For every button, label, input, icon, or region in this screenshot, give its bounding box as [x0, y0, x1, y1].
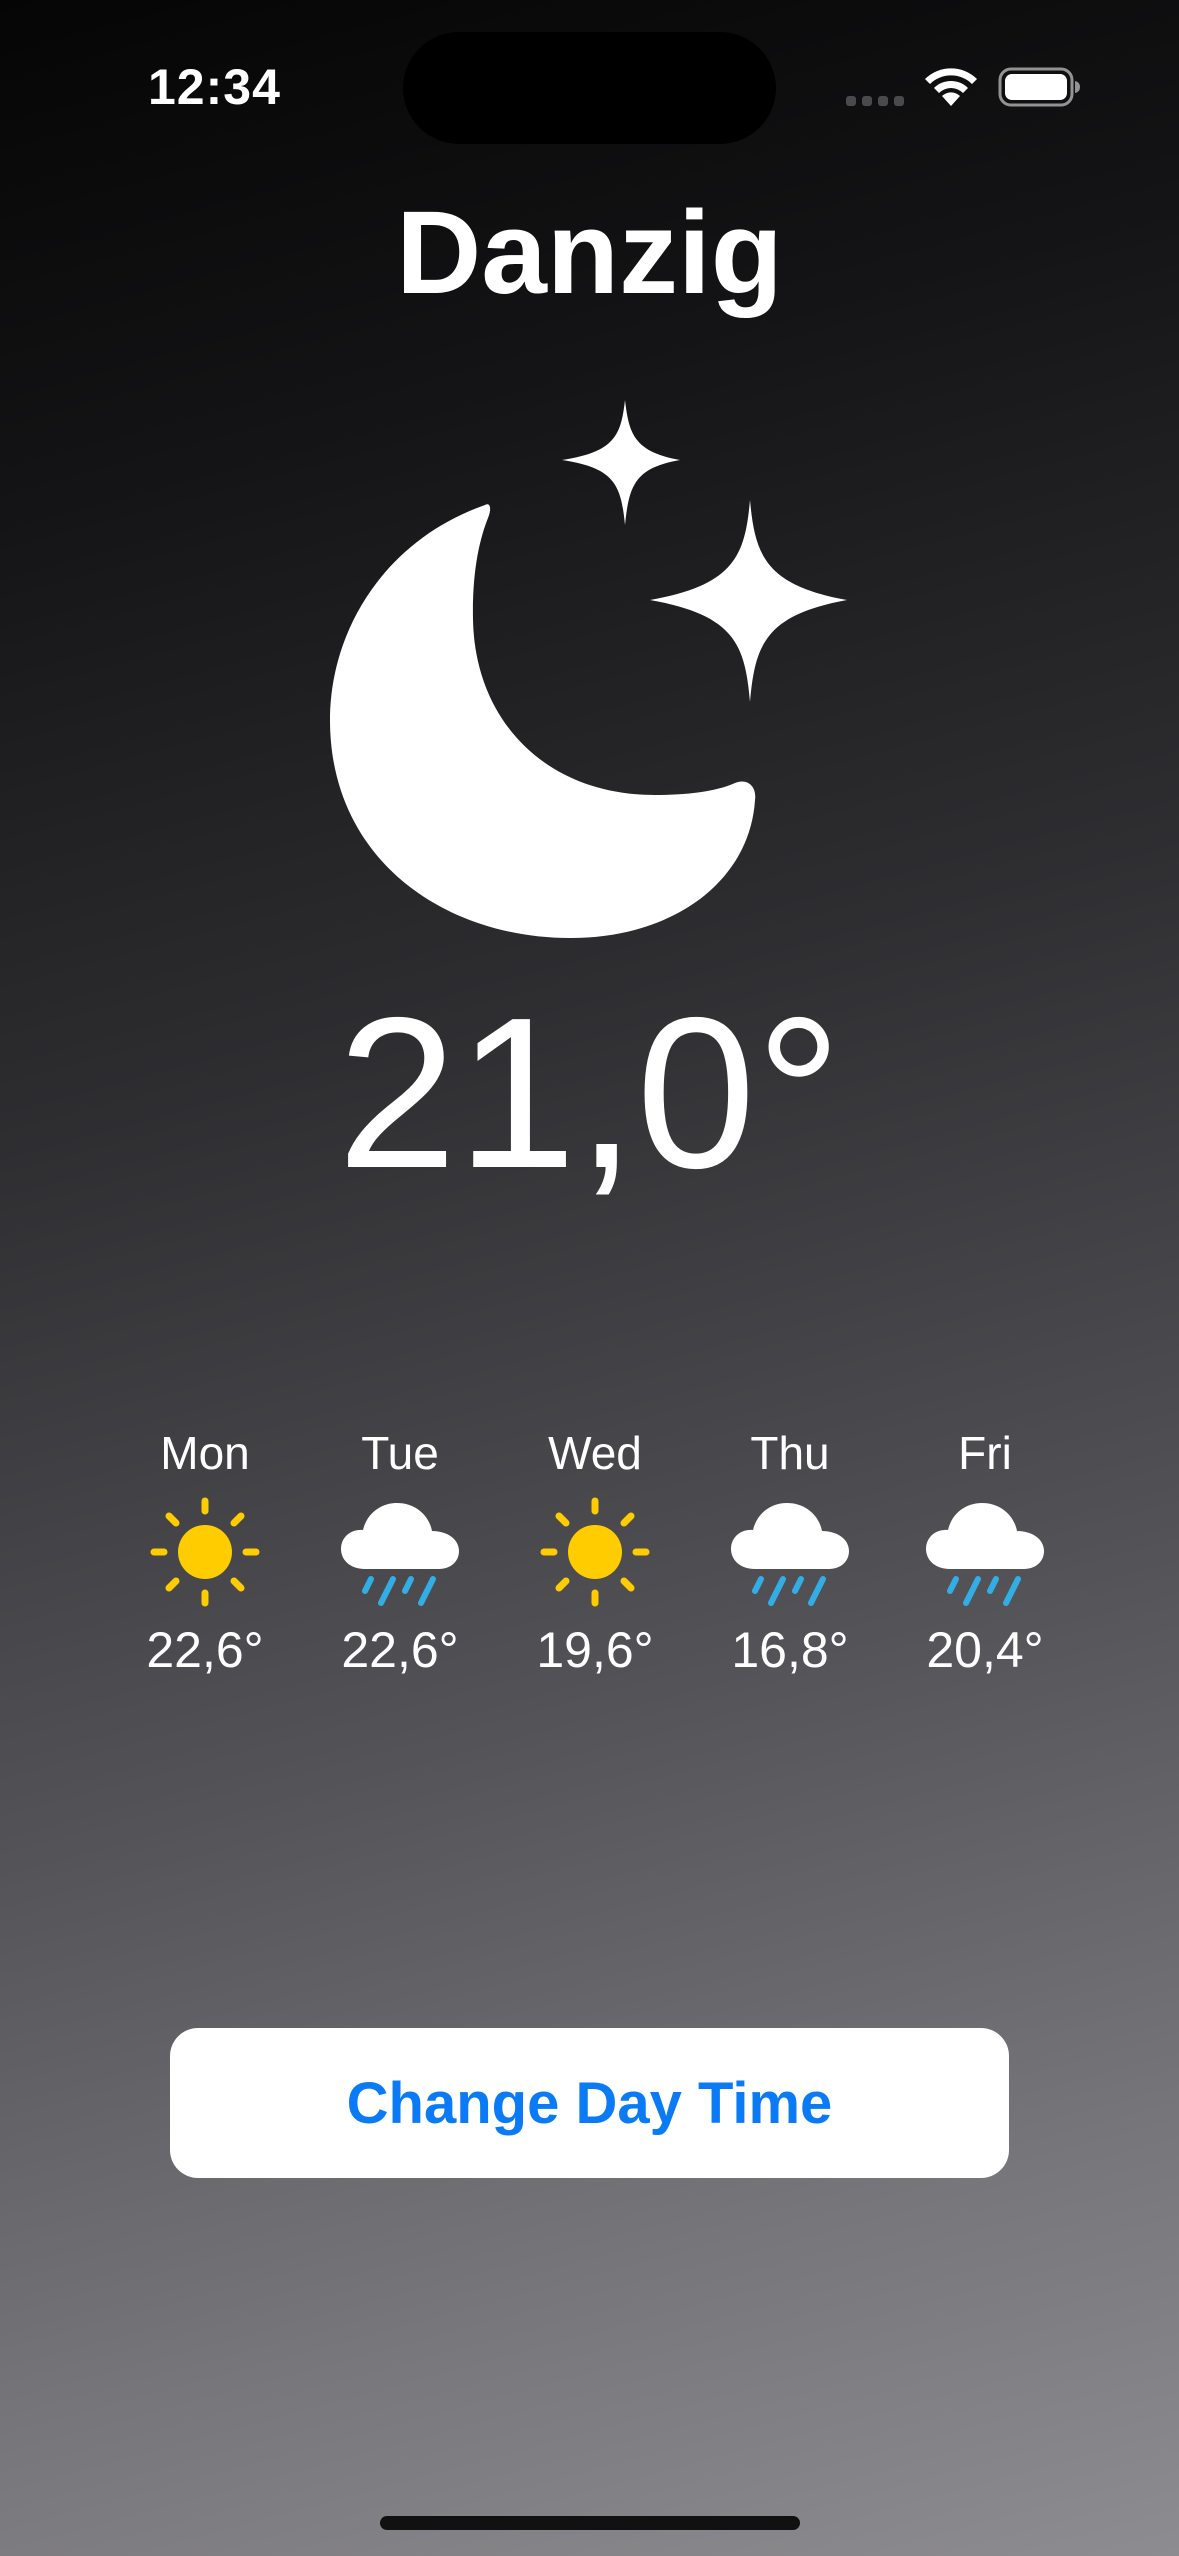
change-day-time-button[interactable]: Change Day Time — [170, 2028, 1009, 2178]
forecast-day: Mon 22,6° — [125, 1425, 285, 1679]
forecast-day-name: Tue — [361, 1427, 439, 1479]
cloud-rain-icon — [731, 1503, 849, 1606]
battery-icon — [998, 67, 1080, 107]
sun-icon — [150, 1497, 260, 1607]
forecast-day-name: Thu — [750, 1427, 830, 1479]
forecast-day-name: Mon — [160, 1427, 250, 1479]
forecast-temperature: 16,8° — [731, 1622, 849, 1678]
wifi-icon — [925, 68, 977, 106]
status-time: 12:34 — [148, 59, 281, 115]
moon-stars-icon — [330, 400, 847, 938]
forecast-temperature: 20,4° — [926, 1622, 1044, 1678]
cellular-signal-icon — [846, 96, 904, 106]
forecast-temperature: 22,6° — [341, 1622, 459, 1678]
forecast-temperature: 19,6° — [536, 1622, 654, 1678]
current-temperature: 21,0° — [337, 972, 842, 1213]
city-title: Danzig — [396, 187, 783, 319]
cloud-rain-icon — [341, 1503, 459, 1606]
forecast-day-name: Fri — [958, 1427, 1012, 1479]
dynamic-island — [403, 32, 776, 144]
cloud-rain-icon — [926, 1503, 1044, 1606]
forecast-list: Mon 22,6° Tue 22,6° Wed 19,6° Thu 16,8° … — [125, 1425, 1065, 1679]
forecast-day-name: Wed — [548, 1427, 642, 1479]
forecast-day: Wed 19,6° — [515, 1425, 675, 1679]
forecast-day: Fri 20,4° — [905, 1425, 1065, 1679]
forecast-temperature: 22,6° — [146, 1622, 264, 1678]
sun-icon — [540, 1497, 650, 1607]
forecast-day: Thu 16,8° — [710, 1425, 870, 1679]
forecast-day: Tue 22,6° — [320, 1425, 480, 1679]
home-indicator[interactable] — [380, 2516, 800, 2530]
